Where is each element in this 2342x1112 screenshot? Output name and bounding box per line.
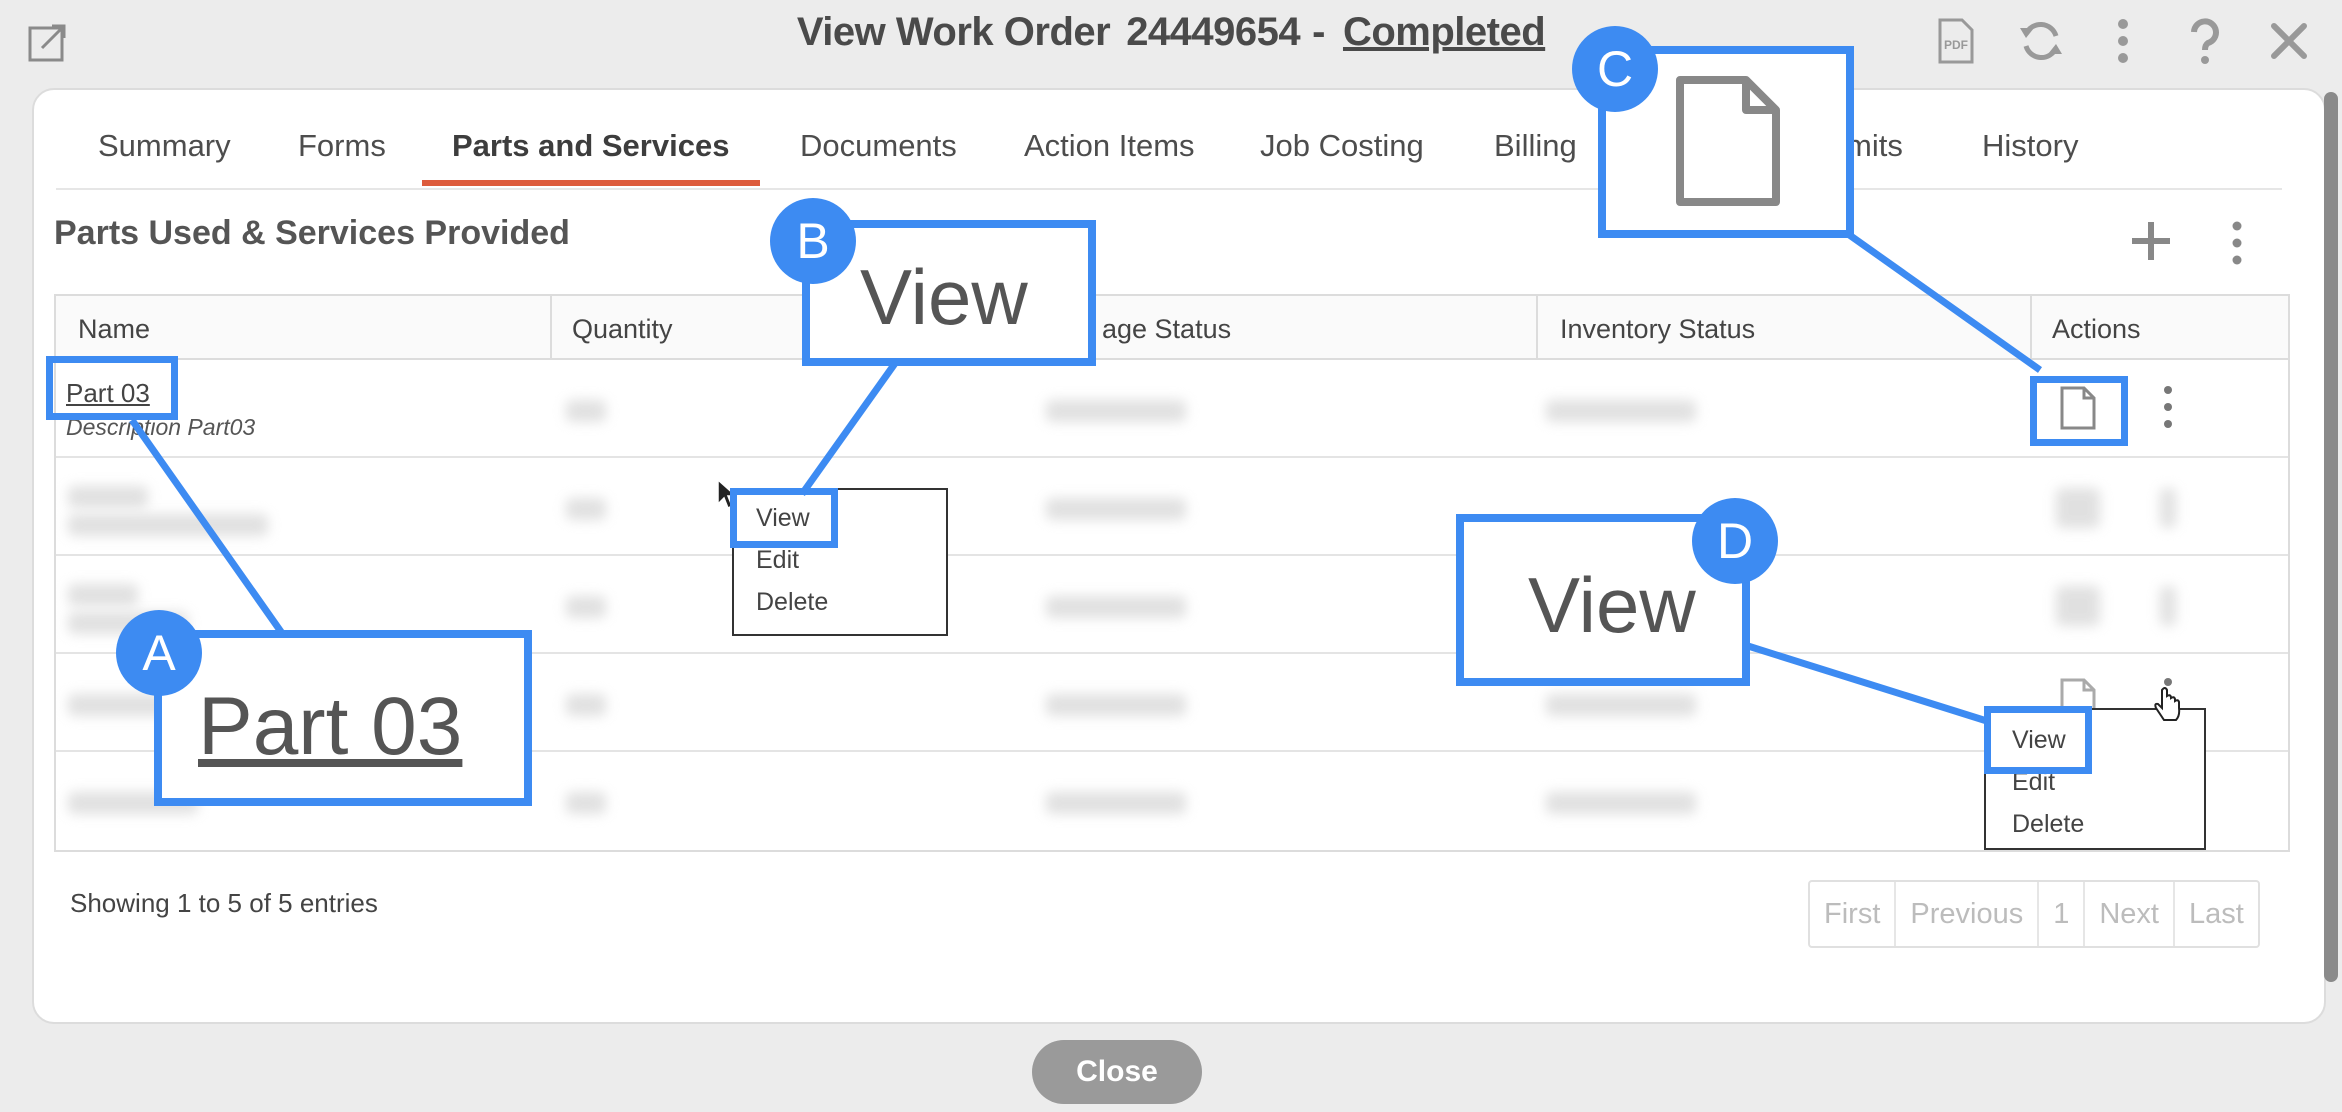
callout-d-badge: D xyxy=(1692,498,1778,584)
callout-b-text: View xyxy=(860,253,1028,341)
callout-a-text: Part 03 xyxy=(198,681,463,772)
blurred-value xyxy=(2160,586,2176,626)
blurred-value xyxy=(1546,400,1696,422)
column-header-inventory-status[interactable]: Inventory Status xyxy=(1560,314,1755,345)
pager-next[interactable]: Next xyxy=(2085,882,2175,946)
add-icon[interactable] xyxy=(2128,218,2174,264)
highlight-view-menu-item xyxy=(1984,706,2092,774)
hand-cursor-icon xyxy=(2154,687,2181,721)
document-icon xyxy=(1676,76,1780,206)
more-vertical-icon[interactable] xyxy=(2098,16,2148,66)
more-vertical-icon[interactable] xyxy=(2222,220,2252,266)
blurred-value xyxy=(566,498,606,520)
column-divider xyxy=(2030,296,2032,360)
close-icon[interactable] xyxy=(2264,16,2314,66)
status-link[interactable]: Completed xyxy=(1343,10,1546,54)
tab-history[interactable]: History xyxy=(1982,128,2078,164)
tab-documents[interactable]: Documents xyxy=(800,128,957,164)
highlight-view-menu-item xyxy=(730,488,838,548)
blurred-value xyxy=(566,596,606,618)
column-header-usage-status[interactable]: age Status xyxy=(1102,314,1231,345)
pager-previous[interactable]: Previous xyxy=(1896,882,2040,946)
tab-action-items[interactable]: Action Items xyxy=(1024,128,1195,164)
menu-item-edit[interactable]: Edit xyxy=(756,546,799,575)
column-header-quantity[interactable]: Quantity xyxy=(572,314,673,345)
blurred-value xyxy=(68,584,138,606)
blurred-value xyxy=(566,694,606,716)
column-header-actions: Actions xyxy=(2052,314,2141,344)
callout-c-badge: C xyxy=(1572,26,1658,112)
scrollbar[interactable] xyxy=(2324,92,2338,982)
blurred-value xyxy=(2160,488,2176,528)
tab-parts-and-services[interactable]: Parts and Services xyxy=(452,128,729,164)
column-divider xyxy=(1536,296,1538,360)
tab-permits[interactable]: mits xyxy=(1846,128,1903,164)
highlight-part-link xyxy=(46,356,178,420)
table-header: Name Quantity age Status Inventory Statu… xyxy=(56,296,2288,360)
entries-count: Showing 1 to 5 of 5 entries xyxy=(70,888,378,918)
blurred-value xyxy=(1046,694,1186,716)
blurred-value xyxy=(1546,694,1696,716)
table-row xyxy=(56,458,2288,556)
pager-first[interactable]: First xyxy=(1810,882,1897,946)
tab-summary[interactable]: Summary xyxy=(98,128,231,164)
pager-page-1[interactable]: 1 xyxy=(2039,882,2086,946)
blurred-value xyxy=(68,486,148,508)
blurred-value xyxy=(1046,498,1186,520)
title-separator: - xyxy=(1312,10,1325,54)
blurred-value xyxy=(566,400,606,422)
blurred-value xyxy=(1046,400,1186,422)
blurred-value xyxy=(2056,586,2100,626)
svg-text:PDF: PDF xyxy=(1944,38,1968,52)
column-header-name[interactable]: Name xyxy=(78,314,150,345)
tab-job-costing[interactable]: Job Costing xyxy=(1260,128,1424,164)
order-number: 24449654 xyxy=(1126,10,1301,54)
callout-b-badge: B xyxy=(770,198,856,284)
section-title: Parts Used & Services Provided xyxy=(54,214,570,252)
tab-bar: Summary Forms Parts and Services Documen… xyxy=(56,118,2282,190)
menu-item-delete[interactable]: Delete xyxy=(2012,810,2084,839)
page-title: View Work Order 24449654- Completed xyxy=(0,10,2342,55)
table-row: Part 03 Description Part03 xyxy=(56,360,2288,458)
help-icon[interactable] xyxy=(2180,16,2230,66)
row-actions-icon[interactable] xyxy=(2158,384,2178,430)
callout-d-text: View xyxy=(1528,561,1696,649)
callout-a-badge: A xyxy=(116,610,202,696)
pagination: First Previous 1 Next Last xyxy=(1808,880,2260,948)
dialog-header: View Work Order 24449654- Completed xyxy=(0,0,2342,88)
blurred-value xyxy=(2056,488,2100,528)
blurred-value xyxy=(1546,792,1696,814)
refresh-icon[interactable] xyxy=(2016,16,2066,66)
blurred-value xyxy=(1046,596,1186,618)
menu-item-delete[interactable]: Delete xyxy=(756,588,828,617)
tab-forms[interactable]: Forms xyxy=(298,128,386,164)
active-tab-indicator xyxy=(422,180,760,186)
pdf-icon[interactable]: PDF xyxy=(1930,16,1980,66)
highlight-document-icon xyxy=(2030,376,2128,446)
tab-billing[interactable]: Billing xyxy=(1494,128,1577,164)
title-prefix: View Work Order xyxy=(796,10,1111,54)
callout-a-zoom: Part 03 xyxy=(154,630,532,806)
blurred-value xyxy=(68,514,268,536)
close-button[interactable]: Close xyxy=(1032,1040,1202,1104)
blurred-value xyxy=(566,792,606,814)
column-divider xyxy=(550,296,552,360)
pager-last[interactable]: Last xyxy=(2175,882,2258,946)
blurred-value xyxy=(1046,792,1186,814)
